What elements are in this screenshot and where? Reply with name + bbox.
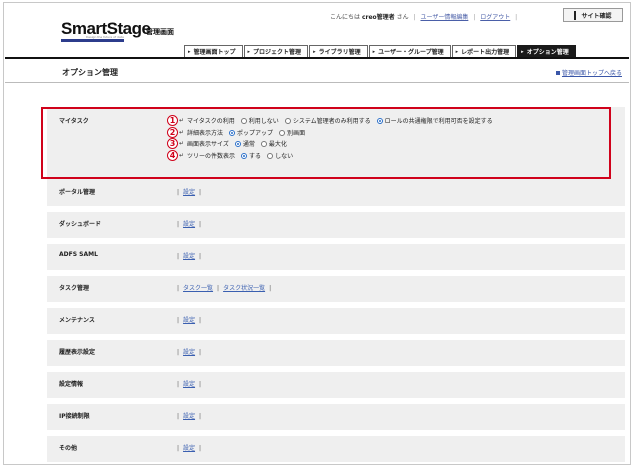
row-label: 履歴表示設定 — [59, 349, 96, 356]
bar-icon — [574, 10, 577, 20]
nav-tab-label: レポート出力管理 — [461, 49, 510, 56]
site-confirm-label: サイト確認 — [581, 12, 612, 20]
chevron-right-icon: ▸ — [372, 48, 376, 55]
separator: | — [199, 221, 202, 228]
nav-tab[interactable]: ▸ レポート出力管理 — [451, 45, 517, 57]
separator: | — [473, 14, 476, 21]
separator: | — [177, 381, 180, 388]
row-link[interactable]: 設定 — [183, 445, 195, 452]
settings-row: ADFS SAML | 設定 | — [47, 244, 625, 270]
row-links: | 設定 | — [177, 443, 201, 452]
chevron-right-icon: ▸ — [313, 48, 316, 55]
settings-row: メンテナンス | 設定 | — [47, 308, 625, 334]
main-nav: ▸ 管理画面トップ ▸ プロジェクト管理 ▸ ライブラリ管理 ▸ ユーザー・グループ管理 ▸ レポ… — [184, 45, 577, 57]
row-link[interactable]: 設定 — [183, 381, 195, 388]
back-to-top-link[interactable]: 管理画面トップへ戻る — [555, 68, 622, 77]
row-label: ADFS SAML — [59, 251, 98, 258]
highlight-box — [41, 107, 611, 179]
row-links: | 設定 | — [177, 411, 201, 420]
row-label: ポータル管理 — [59, 189, 96, 196]
page-title: オプション管理 — [62, 68, 118, 77]
separator: | — [199, 317, 202, 324]
row-link[interactable]: 設定 — [183, 349, 195, 356]
nav-tab-label: ライブラリ管理 — [318, 49, 361, 56]
separator: | — [199, 189, 202, 196]
separator: | — [177, 413, 180, 420]
settings-row: ポータル管理 | 設定 | — [47, 180, 625, 206]
separator: | — [177, 221, 180, 228]
row-links: | 設定 | — [177, 379, 201, 388]
logo-bar — [61, 39, 124, 42]
row-links: | 設定 | — [177, 187, 201, 196]
row-links: | 設定 | — [177, 347, 201, 356]
settings-row: タスク管理 | タスク一覧 | タスク状況一覧 | — [47, 276, 625, 302]
separator: | — [199, 349, 202, 356]
chevron-right-icon: ▸ — [455, 48, 459, 55]
square-bullet-icon — [555, 70, 560, 75]
chevron-right-icon: ▸ — [188, 48, 191, 55]
user-name: creo管理者 — [361, 14, 395, 21]
settings-row: 履歴表示設定 | 設定 | — [47, 340, 625, 366]
row-label: ダッシュボード — [59, 221, 102, 228]
back-link-label: 管理画面トップへ戻る — [561, 70, 622, 77]
greeting: こんにちは creo管理者 さん | ユーザー情報編集 | ログアウト | — [330, 12, 520, 21]
separator: | — [269, 285, 272, 292]
settings-row: その他 | 設定 | — [47, 436, 625, 462]
nav-tab[interactable]: ▸ ライブラリ管理 — [309, 45, 368, 57]
row-label: メンテナンス — [59, 317, 95, 324]
row-link[interactable]: タスク状況一覧 — [223, 285, 265, 292]
chevron-right-icon: ▸ — [521, 48, 524, 55]
site-confirm-button[interactable]: サイト確認 — [563, 8, 623, 22]
nav-tab-label: オプション管理 — [526, 49, 569, 56]
chevron-right-icon: ▸ — [247, 48, 251, 55]
nav-tab[interactable]: ▸ 管理画面トップ — [184, 45, 243, 57]
title-divider — [5, 82, 629, 83]
settings-row: ダッシュボード | 設定 | — [47, 212, 625, 238]
separator: | — [217, 285, 220, 292]
separator: | — [177, 317, 180, 324]
separator: | — [177, 189, 180, 196]
separator: | — [199, 445, 202, 452]
separator: | — [177, 349, 180, 356]
nav-tab-label: 管理画面トップ — [193, 49, 236, 56]
separator: | — [177, 445, 180, 452]
nav-tab[interactable]: ▸ オプション管理 — [517, 45, 576, 57]
separator: | — [199, 381, 202, 388]
row-link[interactable]: 設定 — [183, 413, 195, 420]
row-label: IP接続制限 — [59, 413, 90, 420]
row-links: | 設定 | — [177, 315, 201, 324]
app-root: SmartStage Design the future of data 管理画… — [0, 0, 634, 469]
settings-row: 設定情報 | 設定 | — [47, 372, 625, 398]
separator: | — [199, 413, 202, 420]
separator: | — [413, 14, 416, 21]
separator: | — [515, 14, 518, 21]
row-link[interactable]: タスク一覧 — [183, 285, 213, 292]
row-link[interactable]: 設定 — [183, 253, 195, 260]
settings-row: IP接続制限 | 設定 | — [47, 404, 625, 430]
nav-tab-label: プロジェクト管理 — [253, 49, 302, 56]
logout-link[interactable]: ログアウト — [480, 14, 510, 21]
nav-divider — [5, 57, 629, 59]
row-label: 設定情報 — [59, 381, 84, 388]
app-label: 管理画面 — [146, 28, 174, 36]
separator: | — [199, 253, 202, 260]
greeting-prefix: こんにちは — [330, 14, 361, 21]
row-link[interactable]: 設定 — [183, 221, 195, 228]
separator: | — [177, 253, 180, 260]
nav-tab[interactable]: ▸ ユーザー・グループ管理 — [368, 45, 451, 57]
row-label: タスク管理 — [59, 285, 90, 292]
row-link[interactable]: 設定 — [183, 189, 195, 196]
row-links: | 設定 | — [177, 251, 201, 260]
separator: | — [177, 285, 180, 292]
greeting-suffix: さん — [396, 14, 409, 21]
nav-tab-label: ユーザー・グループ管理 — [378, 49, 444, 56]
row-links: | タスク一覧 | タスク状況一覧 | — [177, 283, 271, 292]
user-edit-link[interactable]: ユーザー情報編集 — [420, 14, 468, 21]
nav-tab[interactable]: ▸ プロジェクト管理 — [243, 45, 309, 57]
row-link[interactable]: 設定 — [183, 317, 195, 324]
row-label: その他 — [59, 445, 78, 452]
row-links: | 設定 | — [177, 219, 201, 228]
